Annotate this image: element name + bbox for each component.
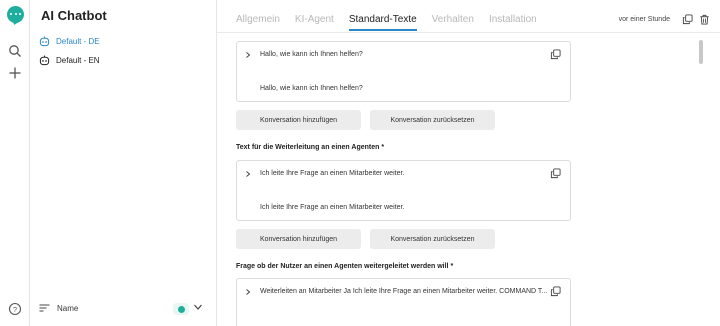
copy-icon[interactable] [550, 286, 561, 297]
plus-icon[interactable] [8, 66, 22, 80]
scrollbar[interactable] [699, 40, 703, 64]
text-block-preview: Ich leite Ihre Frage an einen Mitarbeite… [260, 204, 405, 211]
main-panel: Allgemein KI-Agent Standard-Texte Verhal… [217, 0, 720, 326]
sort-label: Name [57, 303, 79, 313]
tab-bar: Allgemein KI-Agent Standard-Texte Verhal… [236, 14, 552, 31]
sort-lines-icon [39, 304, 50, 312]
help-circle-icon[interactable]: ? [8, 302, 22, 316]
chevron-right-icon[interactable] [245, 170, 251, 177]
sort-control[interactable]: Name [39, 300, 209, 316]
copy-icon[interactable] [550, 49, 561, 60]
trash-icon[interactable] [699, 14, 710, 25]
text-block-title: Hallo, wie kann ich Ihnen helfen? [260, 51, 363, 58]
last-saved-timestamp: vor einer Stunde [618, 16, 670, 23]
text-block-forwarding[interactable]: Ich leite Ihre Frage an einen Mitarbeite… [236, 160, 571, 221]
sidebar-item-default-en[interactable]: Default - EN [39, 55, 100, 66]
tab-allgemein[interactable]: Allgemein [236, 14, 280, 31]
sidebar-item-default-de[interactable]: Default - DE [39, 36, 100, 47]
sidebar: AI Chatbot Default - DE Default - EN Nam… [30, 0, 217, 326]
sidebar-item-label: Default - EN [56, 56, 100, 65]
icon-rail: ? [0, 0, 30, 326]
sidebar-item-label: Default - DE [56, 37, 100, 46]
bot-icon [39, 55, 50, 66]
tab-verhalten[interactable]: Verhalten [432, 14, 474, 31]
chat-bubble-icon[interactable] [7, 6, 24, 23]
bot-icon [39, 36, 50, 47]
svg-text:?: ? [13, 305, 17, 314]
copy-icon[interactable] [682, 14, 693, 25]
section-label-ask-forward: Frage ob der Nutzer an einen Agenten wei… [236, 263, 454, 270]
content-scroll-area[interactable]: Hallo, wie kann ich Ihnen helfen? Hallo,… [236, 33, 704, 326]
copy-icon[interactable] [550, 168, 561, 179]
text-block-greeting[interactable]: Hallo, wie kann ich Ihnen helfen? Hallo,… [236, 41, 571, 102]
add-conversation-button[interactable]: Konversation hinzufügen [236, 110, 361, 130]
reset-conversation-button[interactable]: Konversation zurücksetzen [370, 229, 495, 249]
chevron-right-icon[interactable] [245, 288, 251, 295]
app-title: AI Chatbot [41, 8, 107, 23]
text-block-title: Weiterleiten an Mitarbeiter Ja Ich leite… [260, 288, 548, 295]
header-actions: vor einer Stunde [619, 14, 710, 25]
tab-ki-agent[interactable]: KI-Agent [295, 14, 334, 31]
chevron-down-icon[interactable] [193, 302, 203, 312]
chevron-right-icon[interactable] [245, 51, 251, 58]
reset-conversation-button[interactable]: Konversation zurücksetzen [370, 110, 495, 130]
add-conversation-button[interactable]: Konversation hinzufügen [236, 229, 361, 249]
tab-standard-texte[interactable]: Standard-Texte [348, 14, 417, 31]
tab-installation[interactable]: Installation [489, 14, 537, 31]
search-icon[interactable] [8, 44, 22, 58]
text-block-ask-forward[interactable]: Weiterleiten an Mitarbeiter Ja Ich leite… [236, 278, 571, 326]
section-label-forwarding: Text für die Weiterleitung an einen Agen… [236, 144, 385, 151]
text-block-preview: Hallo, wie kann ich Ihnen helfen? [260, 85, 363, 92]
avatar[interactable] [173, 303, 189, 315]
text-block-title: Ich leite Ihre Frage an einen Mitarbeite… [260, 170, 405, 177]
